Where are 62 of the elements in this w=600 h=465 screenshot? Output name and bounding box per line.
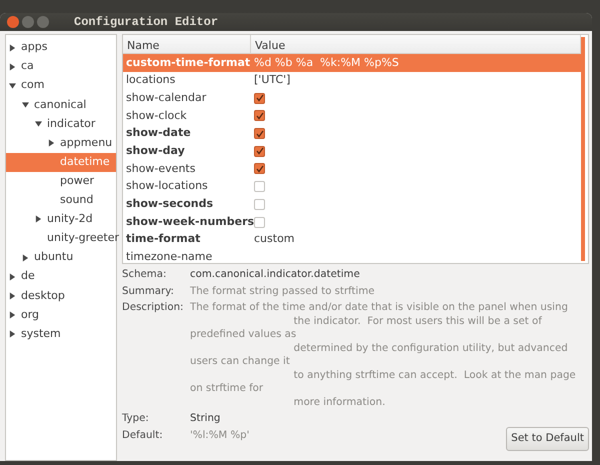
key-name-cell[interactable]: show-clock <box>123 108 251 124</box>
close-button[interactable] <box>7 16 19 28</box>
collapsed-arrow-icon[interactable] <box>9 310 16 319</box>
collapsed-arrow-icon[interactable] <box>9 330 16 338</box>
tree-item[interactable]: unity-2d <box>6 210 116 229</box>
tree-item[interactable]: desktop <box>6 286 116 306</box>
detail-value: com.canonical.indicator.datetime <box>190 268 360 282</box>
key-name-cell[interactable]: timezone-name <box>123 249 251 263</box>
key-name-cell[interactable]: show-date <box>123 125 251 142</box>
tree-item[interactable]: ubuntu <box>6 248 116 268</box>
detail-label: Default: <box>122 428 164 442</box>
tree-item[interactable]: indicator <box>6 114 116 134</box>
expanded-arrow-icon[interactable] <box>9 82 16 90</box>
checkbox[interactable] <box>254 181 265 192</box>
tree-item[interactable]: de <box>6 267 116 286</box>
detail-value: The format string passed to strftime <box>190 284 375 298</box>
collapsed-arrow-icon[interactable] <box>35 215 42 224</box>
key-name-cell[interactable]: time-format <box>123 231 251 248</box>
collapsed-arrow-icon[interactable] <box>9 292 16 300</box>
checkbox[interactable] <box>254 110 265 122</box>
checkbox[interactable] <box>254 92 265 104</box>
detail-label: Description: <box>122 301 184 315</box>
collapsed-arrow-icon[interactable] <box>48 139 55 148</box>
key-name-cell[interactable]: show-locations <box>123 178 251 195</box>
scrollbar[interactable] <box>581 37 585 261</box>
key-name-cell[interactable]: show-seconds <box>123 196 251 213</box>
tree-item[interactable]: appmenu <box>6 133 116 153</box>
detail-value: String <box>190 412 220 426</box>
detail-value: The format of the time and/or date that is visible on the panel when using the indicator. For most users this will be a set of predefined values as determined by the configuration utility, but advanced users can change it to anything strftime can accept. Look at the man page on strftime for more information. <box>190 301 577 409</box>
column-header[interactable]: Name <box>123 35 251 53</box>
tree-item[interactable]: system <box>6 324 116 344</box>
collapsed-arrow-icon[interactable] <box>9 272 16 281</box>
key-value-cell[interactable]: ['UTC'] <box>251 72 294 89</box>
tree-item[interactable]: sound <box>6 190 116 210</box>
checkbox[interactable] <box>254 128 265 140</box>
checkbox[interactable] <box>254 146 265 157</box>
key-name-cell[interactable]: show-calendar <box>123 90 251 106</box>
tree-item[interactable]: com <box>6 76 116 96</box>
tree-item[interactable]: org <box>6 305 116 324</box>
set-to-default-button[interactable]: Set to Default <box>506 427 589 451</box>
key-name-cell[interactable]: locations <box>123 72 251 89</box>
detail-label: Type: <box>122 412 150 426</box>
collapsed-arrow-icon[interactable] <box>9 62 16 71</box>
detail-label: Summary: <box>122 284 175 298</box>
detail-value: '%l:%M %p' <box>190 428 250 442</box>
tree-item[interactable]: power <box>6 172 116 191</box>
tree-item[interactable]: canonical <box>6 95 116 114</box>
tree-item[interactable]: ca <box>6 57 116 76</box>
detail-label: Schema: <box>122 268 168 282</box>
expanded-arrow-icon[interactable] <box>35 120 42 128</box>
collapsed-arrow-icon[interactable] <box>22 254 29 262</box>
checkbox[interactable] <box>254 198 265 210</box>
key-name-cell[interactable]: show-week-numbers <box>123 214 251 230</box>
tree-item[interactable]: apps <box>6 38 116 58</box>
checkbox[interactable] <box>254 216 265 228</box>
checkbox[interactable] <box>254 163 265 174</box>
key-name-cell[interactable]: show-day <box>123 143 251 160</box>
window-title: Configuration Editor <box>74 14 218 31</box>
expanded-arrow-icon[interactable] <box>22 100 29 109</box>
collapsed-arrow-icon[interactable] <box>9 44 16 52</box>
key-value-cell[interactable]: custom <box>251 231 298 248</box>
key-name-cell[interactable]: show-events <box>123 160 251 178</box>
